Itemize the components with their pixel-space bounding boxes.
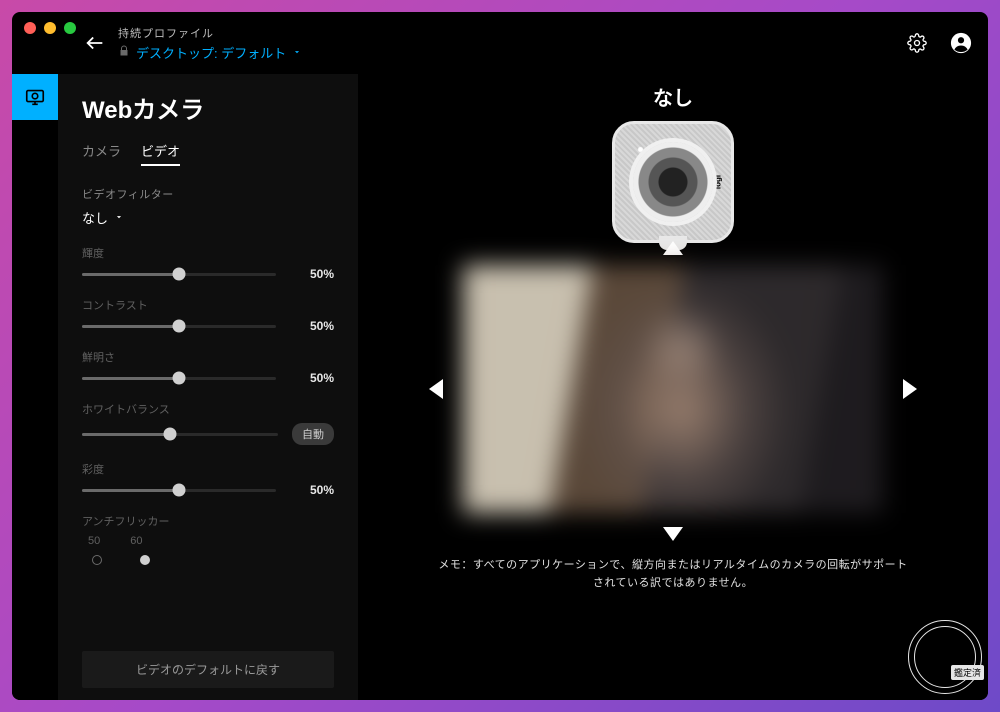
- main-panel: なし logi メモ：すべてのアプリケーションで、縦方向またはリアルタイムのカメ…: [358, 74, 988, 700]
- app-window: 持続プロファイル デスクトップ: デフォルト: [12, 12, 988, 700]
- maximize-window-button[interactable]: [64, 22, 76, 34]
- preview-up-button[interactable]: [663, 241, 683, 255]
- brightness-slider[interactable]: [82, 273, 276, 276]
- settings-button[interactable]: [904, 30, 930, 56]
- preview-note: メモ：すべてのアプリケーションで、縦方向またはリアルタイムのカメラの回転がサポー…: [433, 557, 913, 592]
- stamp-text: 鑑定済: [951, 665, 984, 680]
- tab-camera[interactable]: カメラ: [82, 141, 121, 166]
- reset-video-defaults-button[interactable]: ビデオのデフォルトに戻す: [82, 651, 334, 688]
- preview-left-button[interactable]: [429, 379, 443, 399]
- antiflicker-values: 50 60: [88, 535, 334, 547]
- rail-webcam-button[interactable]: [12, 74, 58, 120]
- whitebalance-label: ホワイトバランス: [82, 401, 334, 417]
- camera-device-graphic: logi: [612, 121, 734, 243]
- top-icons: [904, 30, 974, 56]
- preview-wrap: [463, 265, 883, 513]
- saturation-slider[interactable]: [82, 489, 276, 492]
- sharpness-slider[interactable]: [82, 377, 276, 380]
- antiflicker-opt-60-label: 60: [130, 535, 142, 547]
- profile-block: 持続プロファイル デスクトップ: デフォルト: [118, 25, 302, 62]
- filter-value: なし: [82, 208, 108, 227]
- whitebalance-auto-badge[interactable]: 自動: [292, 423, 334, 445]
- left-rail: [12, 74, 58, 700]
- tab-video[interactable]: ビデオ: [141, 141, 180, 166]
- brightness-value: 50%: [290, 267, 334, 281]
- antiflicker-radio-50[interactable]: [92, 555, 102, 565]
- profile-value: デスクトップ: デフォルト: [136, 43, 286, 62]
- sidebar-panel: Webカメラ カメラ ビデオ ビデオフィルター なし 輝度 50% コントラスト: [58, 74, 358, 700]
- brightness-label: 輝度: [82, 245, 334, 261]
- chevron-down-icon: [114, 210, 124, 225]
- preview-down-button[interactable]: [663, 527, 683, 541]
- filter-label: ビデオフィルター: [82, 186, 334, 202]
- chevron-down-icon: [292, 45, 302, 60]
- sharpness-label: 鮮明さ: [82, 349, 334, 365]
- antiflicker-radio-60[interactable]: [140, 555, 150, 565]
- close-window-button[interactable]: [24, 22, 36, 34]
- antiflicker-label: アンチフリッカー: [82, 513, 334, 529]
- contrast-label: コントラスト: [82, 297, 334, 313]
- content-area: Webカメラ カメラ ビデオ ビデオフィルター なし 輝度 50% コントラスト: [12, 74, 988, 700]
- video-filter-dropdown[interactable]: なし: [82, 208, 334, 227]
- webcam-icon: [24, 86, 46, 108]
- saturation-value: 50%: [290, 483, 334, 497]
- camera-preview: [463, 265, 883, 513]
- preview-filter-name: なし: [653, 82, 693, 111]
- preview-right-button[interactable]: [903, 379, 917, 399]
- whitebalance-group: ホワイトバランス 自動: [82, 401, 334, 445]
- account-button[interactable]: [948, 30, 974, 56]
- profile-selector[interactable]: デスクトップ: デフォルト: [118, 43, 302, 62]
- window-traffic-lights: [24, 22, 76, 34]
- sidebar-tabs: カメラ ビデオ: [82, 141, 334, 166]
- antiflicker-opt-50-label: 50: [88, 535, 100, 547]
- saturation-label: 彩度: [82, 461, 334, 477]
- whitebalance-slider[interactable]: [82, 433, 278, 436]
- contrast-slider[interactable]: [82, 325, 276, 328]
- camera-brand-label: logi: [713, 175, 722, 189]
- contrast-group: コントラスト 50%: [82, 297, 334, 333]
- minimize-window-button[interactable]: [44, 22, 56, 34]
- sharpness-group: 鮮明さ 50%: [82, 349, 334, 385]
- sidebar-title: Webカメラ: [82, 90, 334, 125]
- back-button[interactable]: [82, 30, 108, 56]
- sharpness-value: 50%: [290, 371, 334, 385]
- brightness-group: 輝度 50%: [82, 245, 334, 281]
- profile-label: 持続プロファイル: [118, 25, 302, 41]
- user-icon: [950, 32, 972, 54]
- top-bar: 持続プロファイル デスクトップ: デフォルト: [12, 12, 988, 74]
- contrast-value: 50%: [290, 319, 334, 333]
- watermark-stamp: 鑑定済: [902, 614, 988, 700]
- saturation-group: 彩度 50%: [82, 461, 334, 497]
- gear-icon: [907, 33, 927, 53]
- lock-icon: [118, 45, 130, 60]
